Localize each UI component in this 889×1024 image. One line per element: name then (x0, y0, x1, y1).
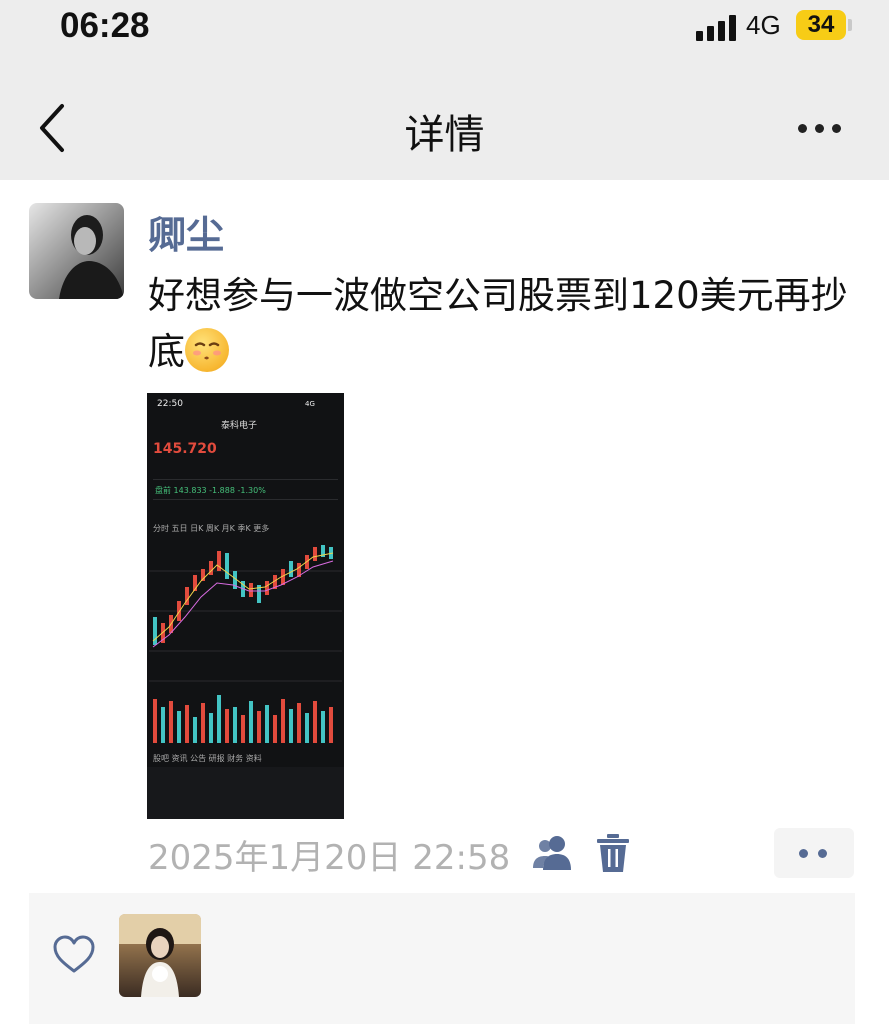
network-label: 4G (746, 10, 781, 40)
screenshot-time: 22:50 (157, 399, 183, 409)
signal-icon (696, 15, 738, 41)
post-timestamp: 2025年1月20日 22:58 (148, 838, 511, 878)
more-button[interactable] (790, 110, 850, 150)
screenshot-price: 145.720 (153, 441, 217, 457)
screenshot-candlestick-chart (149, 545, 342, 743)
liker-avatar-image (119, 914, 201, 997)
battery-icon: 34 (796, 10, 846, 40)
screenshot-bottom-tabs: 股吧 资讯 公告 研报 财务 资料 (153, 754, 262, 763)
heart-icon (52, 935, 96, 975)
more-dot (832, 124, 841, 133)
avatar-image (59, 215, 124, 299)
author-name[interactable]: 卿尘 (148, 204, 224, 259)
post-text-content: 好想参与一波做空公司股票到120美元再抄底 (148, 274, 848, 373)
post-image-stock-screenshot[interactable]: 22:50 4G 泰科电子 145.720 盘前 143.833 -1.888 … (147, 393, 344, 819)
delete-icon[interactable] (596, 834, 630, 872)
screenshot-divider (153, 499, 338, 500)
author-avatar[interactable] (29, 203, 124, 299)
page-title: 详情 (404, 112, 485, 158)
comment-like-menu-button[interactable] (774, 828, 854, 878)
screenshot-network: 4G (305, 400, 315, 408)
menu-dot (799, 849, 808, 858)
screenshot-bottom-dock (147, 767, 344, 819)
battery-nub (848, 19, 852, 31)
battery-level: 34 (807, 11, 835, 38)
screenshot-divider (153, 479, 338, 480)
menu-dot (818, 849, 827, 858)
more-dot (815, 124, 824, 133)
visibility-friends-icon[interactable] (533, 834, 575, 872)
more-dot (798, 124, 807, 133)
status-time: 06:28 (60, 6, 150, 45)
post-text: 好想参与一波做空公司股票到120美元再抄底 (148, 268, 848, 380)
smirking-kiss-emoji-icon (185, 328, 229, 372)
screenshot-premarket: 盘前 143.833 -1.888 -1.30% (155, 486, 266, 495)
liker-avatar[interactable] (119, 914, 201, 997)
screenshot-stock-name: 泰科电子 (221, 421, 258, 431)
